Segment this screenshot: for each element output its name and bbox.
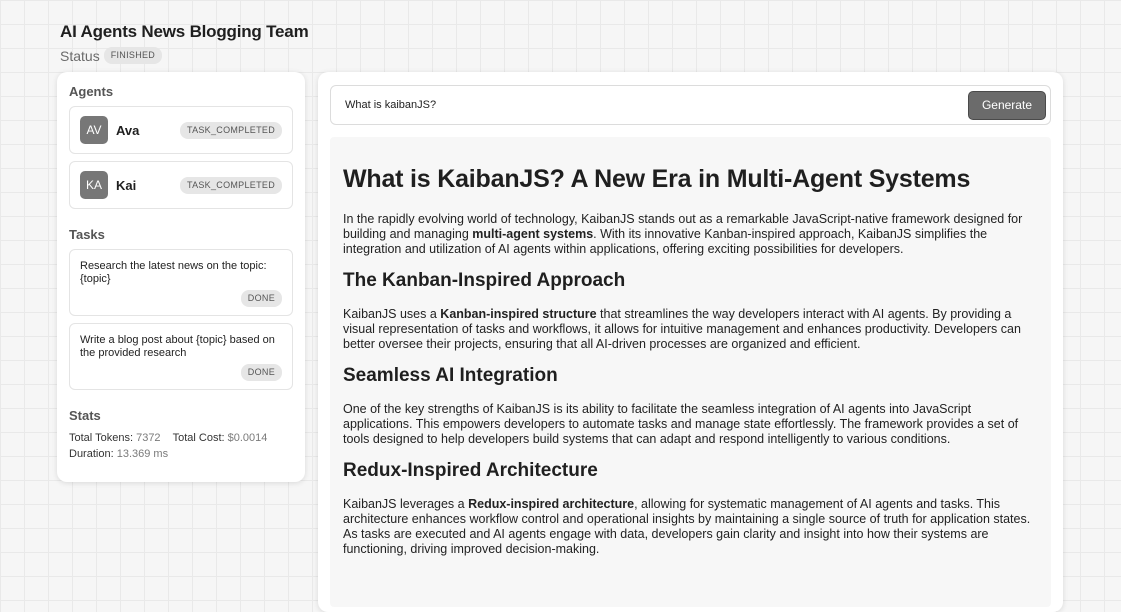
blog-article: What is KaibanJS? A New Era in Multi-Age… <box>330 137 1051 607</box>
text-segment: KaibanJS uses a <box>343 307 441 321</box>
article-title: What is KaibanJS? A New Era in Multi-Age… <box>343 165 971 193</box>
app-header: AI Agents News Blogging Team Status FINI… <box>60 22 309 64</box>
article-intro: In the rapidly evolving world of technol… <box>343 212 1038 257</box>
topic-input-bar: Generate <box>330 85 1051 125</box>
stats-block: Total Tokens: 7372 Total Cost: $0.0014 D… <box>69 430 293 462</box>
task-description: Write a blog post about {topic} based on… <box>80 334 275 359</box>
task-card-write[interactable]: Write a blog post about {topic} based on… <box>69 323 293 390</box>
section-paragraph: KaibanJS leverages a Redux-inspired arch… <box>343 497 1038 557</box>
avatar: KA <box>80 171 108 199</box>
task-card-research[interactable]: Research the latest news on the topic: {… <box>69 249 293 316</box>
topic-input[interactable] <box>343 98 968 112</box>
status-label: Status <box>60 47 100 64</box>
text-segment: KaibanJS leverages a <box>343 497 469 511</box>
status-badge: FINISHED <box>103 47 163 64</box>
bold-term: Redux-inspired architecture <box>468 497 635 511</box>
avatar: AV <box>80 116 108 144</box>
status-row: Status FINISHED <box>60 47 308 64</box>
text-segment: One of the key strengths of KaibanJS is … <box>343 402 1019 446</box>
task-status-badge: DONE <box>240 364 282 381</box>
tasks-title: Tasks <box>69 227 105 242</box>
app-title: AI Agents News Blogging Team <box>60 22 309 41</box>
section-paragraph: KaibanJS uses a Kanban-inspired structur… <box>343 307 1038 352</box>
stats-title: Stats <box>69 408 101 423</box>
agent-name: Ava <box>116 122 140 138</box>
generate-button[interactable]: Generate <box>967 90 1046 120</box>
tokens-label: Total Tokens: <box>69 432 134 444</box>
agent-status-badge: TASK_COMPLETED <box>179 176 282 194</box>
task-description: Research the latest news on the topic: {… <box>80 260 267 285</box>
agent-card-kai[interactable]: KA Kai TASK_COMPLETED <box>69 161 293 209</box>
section-heading: Seamless AI Integration <box>343 365 558 386</box>
agent-card-ava[interactable]: AV Ava TASK_COMPLETED <box>69 106 293 154</box>
main-panel: Generate What is KaibanJS? A New Era in … <box>318 72 1063 612</box>
cost-value: $0.0014 <box>227 432 268 444</box>
duration-value: 13.369 ms <box>116 448 169 460</box>
agents-title: Agents <box>69 84 114 99</box>
agent-status-badge: TASK_COMPLETED <box>179 121 282 139</box>
task-status-badge: DONE <box>240 290 282 307</box>
cost-label: Total Cost: <box>172 432 225 444</box>
bold-term: Kanban-inspired structure <box>440 307 597 321</box>
agent-name: Kai <box>116 177 137 193</box>
section-heading: The Kanban-Inspired Approach <box>343 270 626 291</box>
section-heading: Redux-Inspired Architecture <box>343 460 598 481</box>
tokens-value: 7372 <box>136 432 161 444</box>
sidebar: Agents AV Ava TASK_COMPLETED KA Kai TASK… <box>57 72 305 482</box>
bold-term: multi-agent systems <box>472 227 594 241</box>
section-paragraph: One of the key strengths of KaibanJS is … <box>343 402 1038 447</box>
duration-label: Duration: <box>69 448 114 460</box>
